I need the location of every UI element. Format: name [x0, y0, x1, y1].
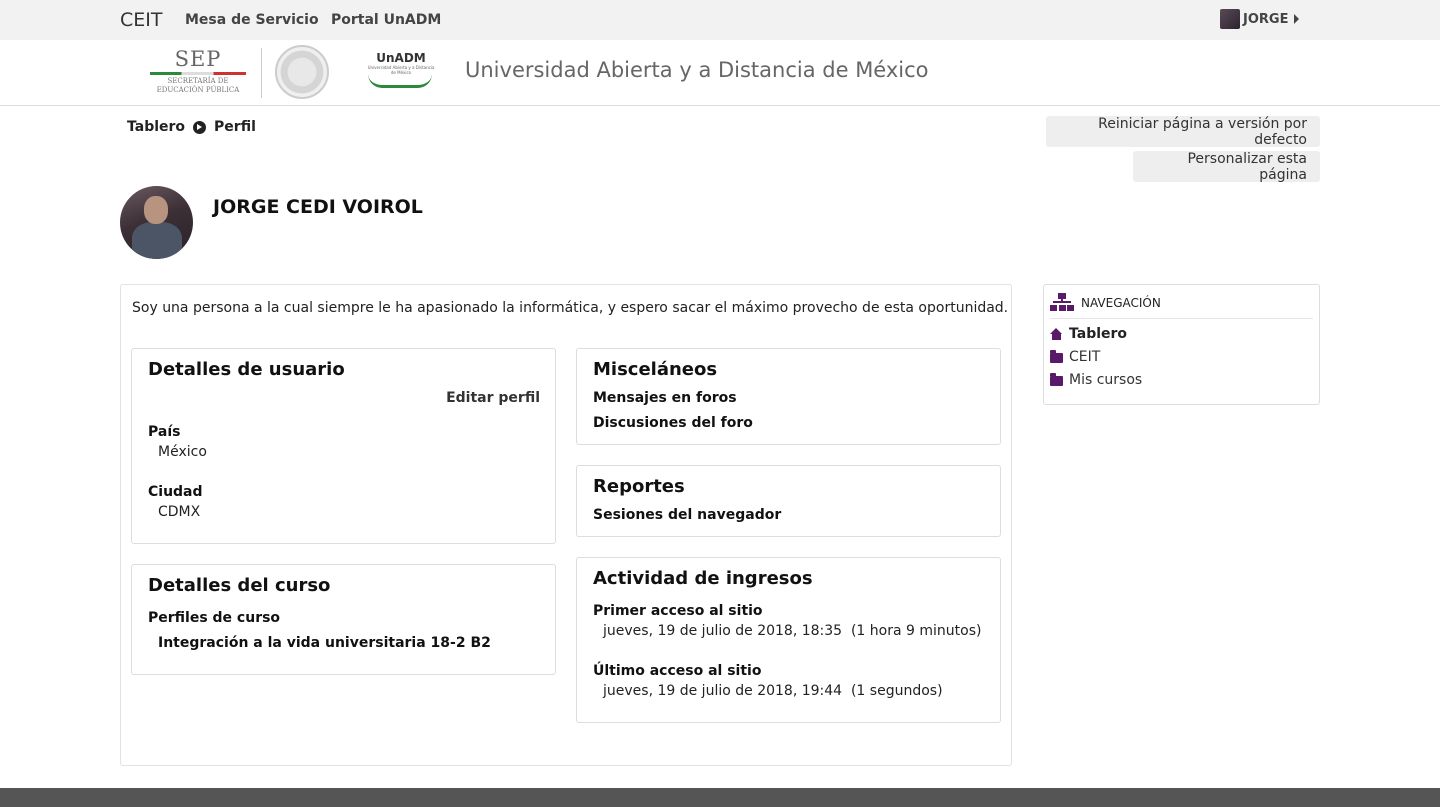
- logo-divider: [261, 48, 262, 98]
- profile-name: JORGE CEDI VOIROL: [213, 196, 423, 218]
- breadcrumb-tablero[interactable]: Tablero: [127, 119, 185, 135]
- unadm-logo: UnADM Universidad Abierta y a Distancia …: [366, 52, 436, 92]
- user-details-card: Detalles de usuario Editar perfil País M…: [131, 348, 556, 544]
- forum-posts-link[interactable]: Mensajes en foros: [593, 390, 737, 406]
- avatar-body: [132, 222, 182, 259]
- top-navbar: CEIT Mesa de Servicio Portal UnADM JORGE: [0, 0, 1440, 40]
- user-menu-label: JORGE: [1243, 11, 1289, 27]
- misc-card: Misceláneos Mensajes en foros Discusione…: [576, 348, 1001, 445]
- nav-item-tablero[interactable]: Tablero: [1050, 326, 1127, 342]
- user-details-title: Detalles de usuario: [148, 359, 345, 380]
- course-details-title: Detalles del curso: [148, 575, 331, 596]
- unadm-logo-text: UnADM: [376, 51, 426, 65]
- course-details-card: Detalles del curso Perfiles de curso Int…: [131, 564, 556, 675]
- city-label: Ciudad: [148, 484, 203, 500]
- nav-link-portal-unadm[interactable]: Portal UnADM: [331, 12, 441, 28]
- reports-title: Reportes: [593, 476, 685, 497]
- edit-profile-link[interactable]: Editar perfil: [446, 390, 540, 406]
- site-title: Universidad Abierta y a Distancia de Méx…: [465, 58, 929, 82]
- browser-sessions-link[interactable]: Sesiones del navegador: [593, 507, 781, 523]
- last-access-label: Último acceso al sitio: [593, 663, 762, 679]
- sitemap-icon: [1050, 293, 1074, 313]
- breadcrumb: Tablero Perfil: [127, 119, 256, 135]
- reports-card: Reportes Sesiones del navegador: [576, 465, 1001, 537]
- profile-avatar: [120, 186, 193, 259]
- customize-page-button[interactable]: Personalizar esta página: [1133, 151, 1320, 183]
- nav-item-mis-cursos-label: Mis cursos: [1069, 372, 1143, 388]
- city-value: CDMX: [158, 504, 201, 520]
- navigation-header: NAVEGACIÓN: [1050, 293, 1313, 319]
- nav-item-ceit-label: CEIT: [1069, 349, 1101, 365]
- sep-logo-sub1: SECRETARÍA DE: [167, 77, 229, 85]
- page-footer: [0, 788, 1440, 807]
- activity-title: Actividad de ingresos: [593, 568, 813, 589]
- sep-logo-sub2: EDUCACIÓN PÚBLICA: [156, 86, 240, 94]
- last-access-value: jueves, 19 de julio de 2018, 19:44 (1 se…: [603, 683, 943, 699]
- avatar-head: [144, 196, 168, 224]
- nav-item-ceit[interactable]: CEIT: [1050, 349, 1100, 365]
- reset-page-button[interactable]: Reiniciar página a versión por defecto: [1046, 116, 1320, 148]
- home-icon: [1050, 328, 1063, 340]
- sep-logo-text: SEP: [174, 47, 222, 71]
- navigation-block: NAVEGACIÓN Tablero CEIT Mis cursos: [1043, 284, 1320, 405]
- first-access-label: Primer acceso al sitio: [593, 603, 763, 619]
- sep-logo-bar: [150, 72, 246, 75]
- login-activity-card: Actividad de ingresos Primer acceso al s…: [576, 557, 1001, 723]
- forum-discussions-link[interactable]: Discusiones del foro: [593, 415, 753, 431]
- folder-icon: [1050, 350, 1063, 363]
- chevron-circle-right-icon: [193, 120, 207, 134]
- nav-item-tablero-label: Tablero: [1069, 326, 1128, 342]
- breadcrumb-perfil[interactable]: Perfil: [214, 119, 256, 135]
- unadm-swoosh-green: [368, 74, 432, 88]
- user-menu[interactable]: JORGE: [1220, 9, 1300, 29]
- profile-description: Soy una persona a la cual siempre le ha …: [132, 300, 1009, 316]
- misc-title: Misceláneos: [593, 359, 718, 380]
- folder-icon: [1050, 373, 1063, 386]
- mexico-seal-icon: [275, 45, 329, 99]
- nav-link-mesa-de-servicio[interactable]: Mesa de Servicio: [185, 12, 319, 28]
- user-avatar-small: [1220, 9, 1240, 29]
- first-access-value: jueves, 19 de julio de 2018, 18:35 (1 ho…: [603, 623, 982, 639]
- brand-link[interactable]: CEIT: [120, 9, 162, 31]
- course-profiles-label: Perfiles de curso: [148, 610, 281, 626]
- course-link[interactable]: Integración a la vida universitaria 18-2…: [158, 635, 491, 651]
- caret-right-icon: [1294, 14, 1300, 24]
- sep-logo: SEP SECRETARÍA DE EDUCACIÓN PÚBLICA: [148, 48, 248, 98]
- country-label: País: [148, 424, 181, 440]
- navigation-title: NAVEGACIÓN: [1081, 296, 1161, 310]
- site-header: SEP SECRETARÍA DE EDUCACIÓN PÚBLICA UnAD…: [0, 40, 1440, 106]
- nav-item-mis-cursos[interactable]: Mis cursos: [1050, 372, 1142, 388]
- country-value: México: [158, 444, 207, 460]
